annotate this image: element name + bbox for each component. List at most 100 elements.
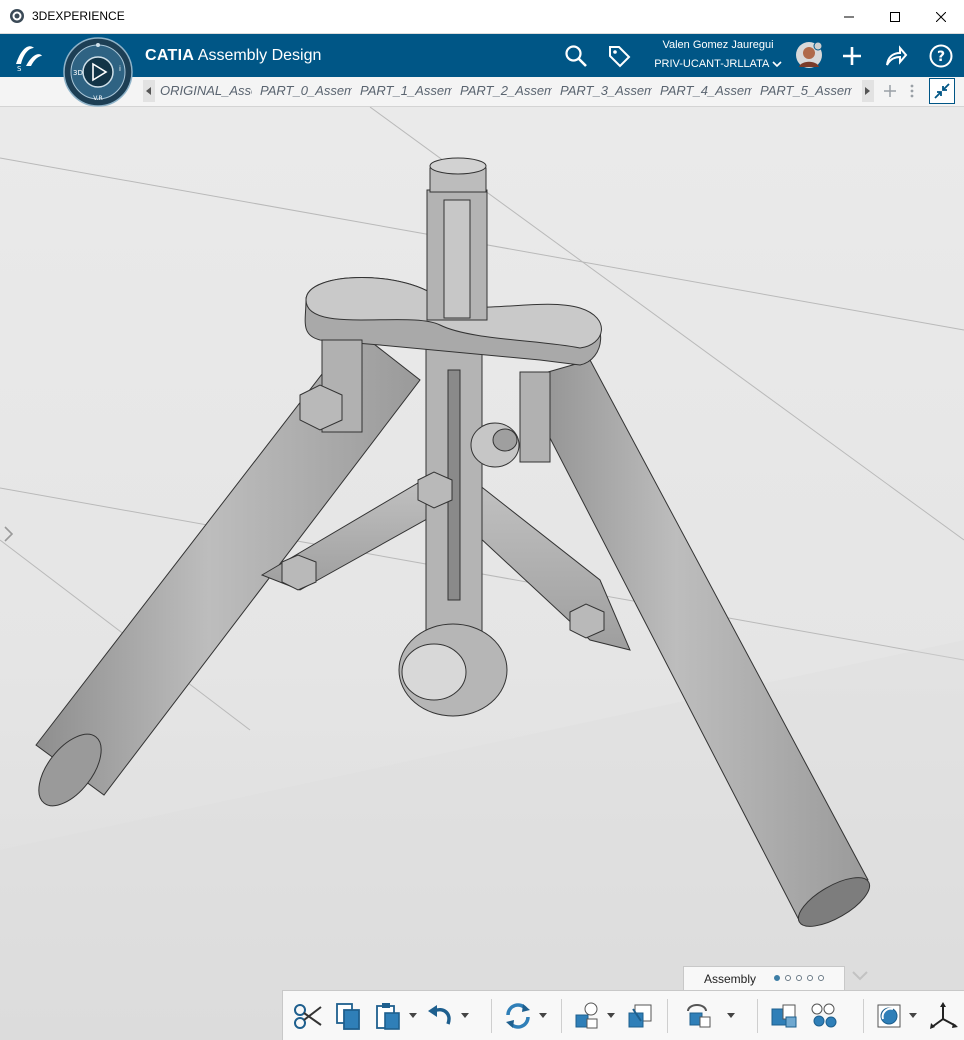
cut-button[interactable]	[291, 999, 325, 1033]
component-icon	[687, 1004, 711, 1028]
new-tab-button[interactable]	[880, 81, 900, 101]
plus-icon	[884, 85, 896, 97]
view-mode-dropdown-caret-icon[interactable]	[909, 1013, 917, 1019]
action-bar-section-tab[interactable]: Assembly	[683, 966, 845, 990]
chevron-down-icon	[772, 61, 782, 68]
tab-bar: ORIGINAL_Assembly PART_0_Assembly PART_1…	[0, 77, 964, 107]
user-name[interactable]: Valen Gomez Jauregui	[640, 39, 796, 51]
insert-product-icon	[575, 1002, 598, 1029]
action-bar	[282, 990, 964, 1040]
dassault-logo-icon[interactable]: S	[12, 40, 46, 72]
compass-left-label: 3D	[73, 69, 83, 77]
section-dot[interactable]	[785, 975, 791, 981]
compass-bottom-label: V.R	[93, 95, 102, 102]
section-pager[interactable]	[774, 975, 824, 981]
caret-right-icon	[865, 87, 870, 95]
share-icon	[886, 45, 908, 66]
avatar[interactable]	[795, 41, 823, 69]
tab-original-assembly[interactable]: ORIGINAL_Assembly	[160, 83, 252, 98]
section-dot[interactable]	[807, 975, 813, 981]
window-title: 3DEXPERIENCE	[32, 9, 125, 23]
tabs-scroll-left[interactable]	[143, 80, 155, 102]
update-dropdown-caret-icon[interactable]	[539, 1013, 547, 1019]
copy-icon	[336, 1003, 360, 1030]
close-icon	[936, 11, 946, 22]
component-dropdown-caret-icon[interactable]	[727, 1013, 735, 1019]
update-button[interactable]	[501, 999, 535, 1033]
paste-dropdown-caret-icon[interactable]	[409, 1013, 417, 1019]
axis-button[interactable]	[927, 999, 961, 1033]
paste-icon	[376, 1003, 400, 1030]
tab-part-4-assembly[interactable]: PART_4_Assembly	[660, 83, 752, 98]
assembly-model[interactable]	[0, 107, 964, 1040]
copy-button[interactable]	[331, 999, 365, 1033]
insert-product-button[interactable]	[571, 999, 605, 1033]
paste-button[interactable]	[371, 999, 405, 1033]
section-dot[interactable]	[796, 975, 802, 981]
caret-left-icon	[146, 87, 151, 95]
insert-dropdown-caret-icon[interactable]	[607, 1013, 615, 1019]
close-button[interactable]	[918, 0, 964, 33]
tab-part-2-assembly[interactable]: PART_2_Assembly	[460, 83, 552, 98]
tabs-scroll-right[interactable]	[862, 80, 874, 102]
separator	[757, 999, 758, 1033]
axis-icon	[930, 1002, 958, 1029]
tenant-selector[interactable]: PRIV-UCANT-JRLLATA	[640, 58, 796, 70]
compass-widget[interactable]: 3D i V.R	[61, 37, 135, 107]
tag-button[interactable]	[603, 40, 635, 72]
app-brand: CATIA Assembly Design	[145, 47, 321, 65]
cut-icon	[294, 1004, 322, 1029]
3dexperience-app-icon	[10, 9, 24, 23]
tab-menu-button[interactable]	[902, 81, 922, 101]
tenant-name: PRIV-UCANT-JRLLATA	[654, 58, 769, 70]
component-button[interactable]	[683, 999, 717, 1033]
tab-part-1-assembly[interactable]: PART_1_Assembly	[360, 83, 452, 98]
section-label: Assembly	[704, 972, 757, 986]
search-icon	[565, 45, 587, 67]
exit-fullscreen-button[interactable]	[929, 78, 955, 104]
replace-button[interactable]	[623, 999, 657, 1033]
add-button[interactable]	[836, 40, 868, 72]
minimize-button[interactable]	[826, 0, 872, 33]
explode-button[interactable]	[767, 999, 801, 1033]
window-titlebar: 3DEXPERIENCE	[0, 0, 964, 34]
section-dot[interactable]	[818, 975, 824, 981]
tab-part-0-assembly[interactable]: PART_0_Assembly	[260, 83, 352, 98]
constraints-icon	[811, 1003, 837, 1028]
help-icon: ?	[929, 44, 953, 68]
collapse-icon	[934, 83, 950, 99]
separator	[667, 999, 668, 1033]
svg-text:?: ?	[937, 49, 945, 65]
3d-viewer[interactable]	[0, 107, 964, 1040]
tab-part-3-assembly[interactable]: PART_3_Assembly	[560, 83, 652, 98]
help-button[interactable]: ?	[925, 40, 957, 72]
search-button[interactable]	[560, 40, 592, 72]
section-dot[interactable]	[774, 975, 780, 981]
plus-icon	[843, 47, 861, 65]
svg-text:S: S	[17, 65, 22, 72]
undo-dropdown-caret-icon[interactable]	[461, 1013, 469, 1019]
update-icon	[506, 1003, 530, 1029]
view-mode-button[interactable]	[873, 999, 907, 1033]
share-button[interactable]	[880, 40, 912, 72]
maximize-icon	[890, 11, 900, 22]
undo-icon	[428, 1005, 451, 1025]
chevron-down-icon[interactable]	[850, 968, 870, 984]
replace-icon	[628, 1004, 652, 1028]
separator	[491, 999, 492, 1033]
undo-button[interactable]	[423, 999, 457, 1033]
tab-part-5-assembly[interactable]: PART_5_Assembly	[760, 83, 852, 98]
minimize-icon	[844, 16, 854, 17]
brand-prefix: CATIA	[145, 47, 195, 64]
separator	[863, 999, 864, 1033]
top-bolt[interactable]	[426, 157, 488, 321]
more-vertical-icon	[910, 84, 914, 98]
view-mode-icon	[877, 1004, 901, 1028]
compass-right-label: i	[119, 65, 121, 73]
side-panel-expand-icon[interactable]	[3, 525, 15, 543]
separator	[561, 999, 562, 1033]
constraints-button[interactable]	[807, 999, 841, 1033]
maximize-button[interactable]	[872, 0, 918, 33]
brand-app-name: Assembly Design	[197, 47, 322, 64]
explode-icon	[771, 1004, 797, 1028]
